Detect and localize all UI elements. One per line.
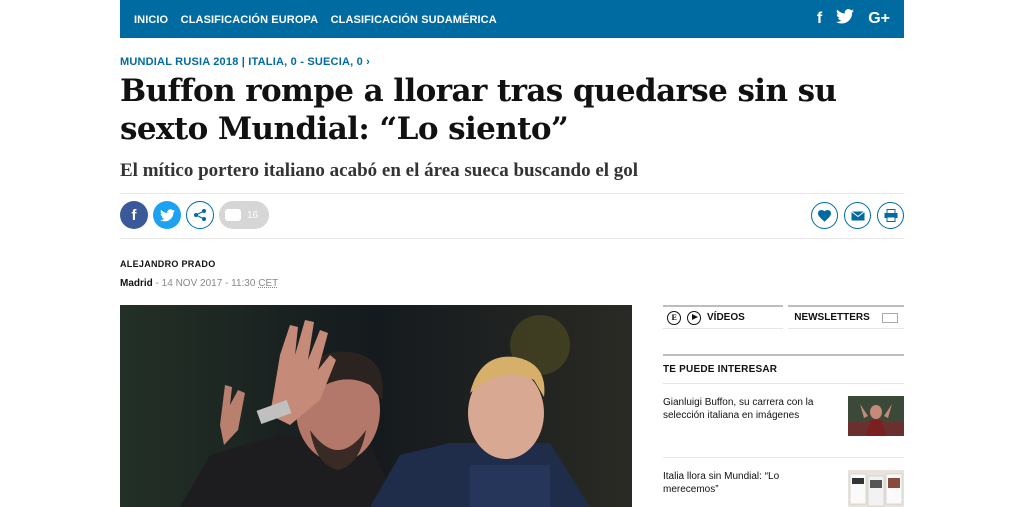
related-item-thumbnail[interactable] <box>848 470 904 507</box>
share-bar: f 16 <box>120 201 269 229</box>
share-facebook-button[interactable]: f <box>120 201 148 229</box>
article-main-photo[interactable] <box>120 305 632 507</box>
twitter-icon <box>159 208 175 221</box>
tab-newsletters[interactable]: NEWSLETTERS <box>788 305 904 329</box>
play-icon <box>687 310 701 325</box>
comments-count: 16 <box>247 209 259 221</box>
social-links: f G+ <box>817 9 890 29</box>
favorite-button[interactable] <box>811 202 838 229</box>
google-plus-icon[interactable]: G+ <box>868 10 890 28</box>
article-timezone: CET <box>258 278 279 289</box>
printer-icon <box>884 209 897 222</box>
football-players-photo <box>120 305 632 507</box>
comments-button[interactable]: 16 <box>219 201 269 229</box>
sidebar: E VÍDEOS NEWSLETTERS TE PUEDE INTERESAR … <box>663 305 904 507</box>
article-date: - 14 NOV 2017 - 11:30 <box>152 278 259 289</box>
article-tools <box>811 202 904 229</box>
divider <box>120 193 904 194</box>
divider <box>120 238 904 239</box>
article-city: Madrid <box>120 278 153 289</box>
el-pais-logo-icon: E <box>667 310 681 325</box>
nav-link-clasificacion-europa[interactable]: CLASIFICACIÓN EUROPA <box>181 14 318 26</box>
heart-icon <box>818 209 831 222</box>
related-item[interactable]: Italia llora sin Mundial: “Lo merecemos” <box>663 457 904 507</box>
share-icon <box>194 209 206 221</box>
tab-newsletters-label: NEWSLETTERS <box>794 312 870 323</box>
tab-videos[interactable]: E VÍDEOS <box>663 305 783 329</box>
envelope-icon <box>881 312 898 323</box>
related-section-title: TE PUEDE INTERESAR <box>663 354 904 375</box>
article-byline: Madrid - 14 NOV 2017 - 11:30 CET <box>120 278 278 289</box>
nav-link-inicio[interactable]: INICIO <box>134 14 168 26</box>
email-button[interactable] <box>844 202 871 229</box>
sidebar-tabs: E VÍDEOS NEWSLETTERS <box>663 305 904 329</box>
top-navigation-bar: INICIO CLASIFICACIÓN EUROPA CLASIFICACIÓ… <box>120 0 904 38</box>
tab-videos-label: VÍDEOS <box>707 312 745 323</box>
envelope-icon <box>850 210 865 220</box>
facebook-icon[interactable]: f <box>817 10 822 28</box>
article-subheadline: El mítico portero italiano acabó en el á… <box>120 160 639 181</box>
print-button[interactable] <box>877 202 904 229</box>
nav-link-clasificacion-sudamerica[interactable]: CLASIFICACIÓN SUDAMÉRICA <box>331 14 497 26</box>
article-headline: Buffon rompe a llorar tras quedarse sin … <box>120 73 837 147</box>
comment-bubble-icon <box>225 209 241 221</box>
article-kicker[interactable]: MUNDIAL RUSIA 2018 | ITALIA, 0 - SUECIA,… <box>120 56 370 68</box>
related-item[interactable]: Gianluigi Buffon, su carrera con la sele… <box>663 383 904 449</box>
share-twitter-button[interactable] <box>153 201 181 229</box>
related-item-thumbnail[interactable] <box>848 396 904 436</box>
main-nav: INICIO CLASIFICACIÓN EUROPA CLASIFICACIÓ… <box>134 10 505 28</box>
article-author[interactable]: ALEJANDRO PRADO <box>120 259 216 269</box>
twitter-icon[interactable] <box>836 9 855 29</box>
share-more-button[interactable] <box>186 201 214 229</box>
related-item-title[interactable]: Italia llora sin Mundial: “Lo merecemos” <box>663 470 833 507</box>
related-item-title[interactable]: Gianluigi Buffon, su carrera con la sele… <box>663 396 833 449</box>
